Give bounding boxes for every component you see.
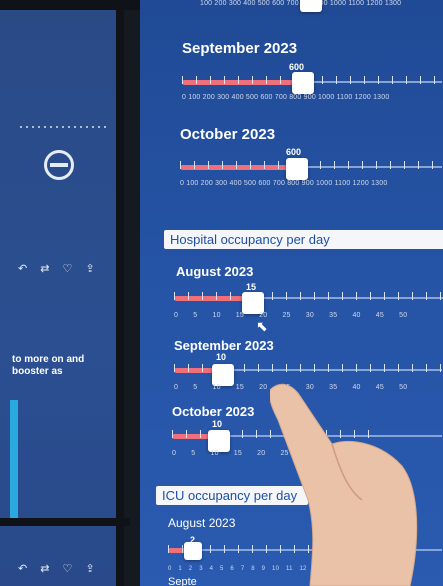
screen-bezel-bottom [0,518,130,526]
hand-photo [270,383,418,586]
month-label: Septe [168,576,197,586]
screen-gap [124,0,140,586]
slider-thumb[interactable] [292,72,314,94]
slider-ticks [180,161,442,169]
slider-value: 10 [216,352,227,362]
top-slider-thumb[interactable] [300,0,322,12]
logo-icon [44,150,74,180]
slider-scale: 0 100 200 300 400 500 600 700 800 900 10… [180,180,388,187]
action-icons-row-bottom[interactable]: ↶ ⇄ ♡ ⇪ [18,562,100,575]
slider-value: 10 [212,419,223,429]
slider-thumb[interactable] [242,292,264,314]
month-label: October 2023 [180,126,276,143]
separator-dots [20,126,110,128]
slider-value: 600 [286,147,302,157]
month-label: September 2023 [174,338,274,353]
month-label: October 2023 [172,404,255,419]
post-text: to more on and booster as [12,354,85,377]
slider-thumb[interactable] [212,364,234,386]
action-icons-row[interactable]: ↶ ⇄ ♡ ⇪ [18,262,100,275]
month-label: August 2023 [176,264,254,279]
section-title: Hospital occupancy per day [164,230,443,249]
slider-scale: 0 5 10 15 20 25 30 35 40 45 50 [174,312,408,319]
month-label: August 2023 [168,516,236,530]
slider-thumb[interactable] [184,542,202,560]
slider-value: 15 [246,282,257,292]
slider-value: 600 [289,62,305,72]
month-label: September 2023 [182,40,298,57]
slider-thumb[interactable] [286,158,308,180]
mouse-pointer-icon: ⬉ [256,318,268,334]
left-screen-panel: ↶ ⇄ ♡ ⇪ to more on and booster as ↶ ⇄ ♡ … [0,0,118,586]
accent-bar [10,400,18,518]
slider-scale: 0 100 200 300 400 500 600 700 800 900 10… [182,94,390,101]
screen-bezel-left [116,0,124,586]
slider-ticks [174,292,442,300]
slider-thumb[interactable] [208,430,230,452]
